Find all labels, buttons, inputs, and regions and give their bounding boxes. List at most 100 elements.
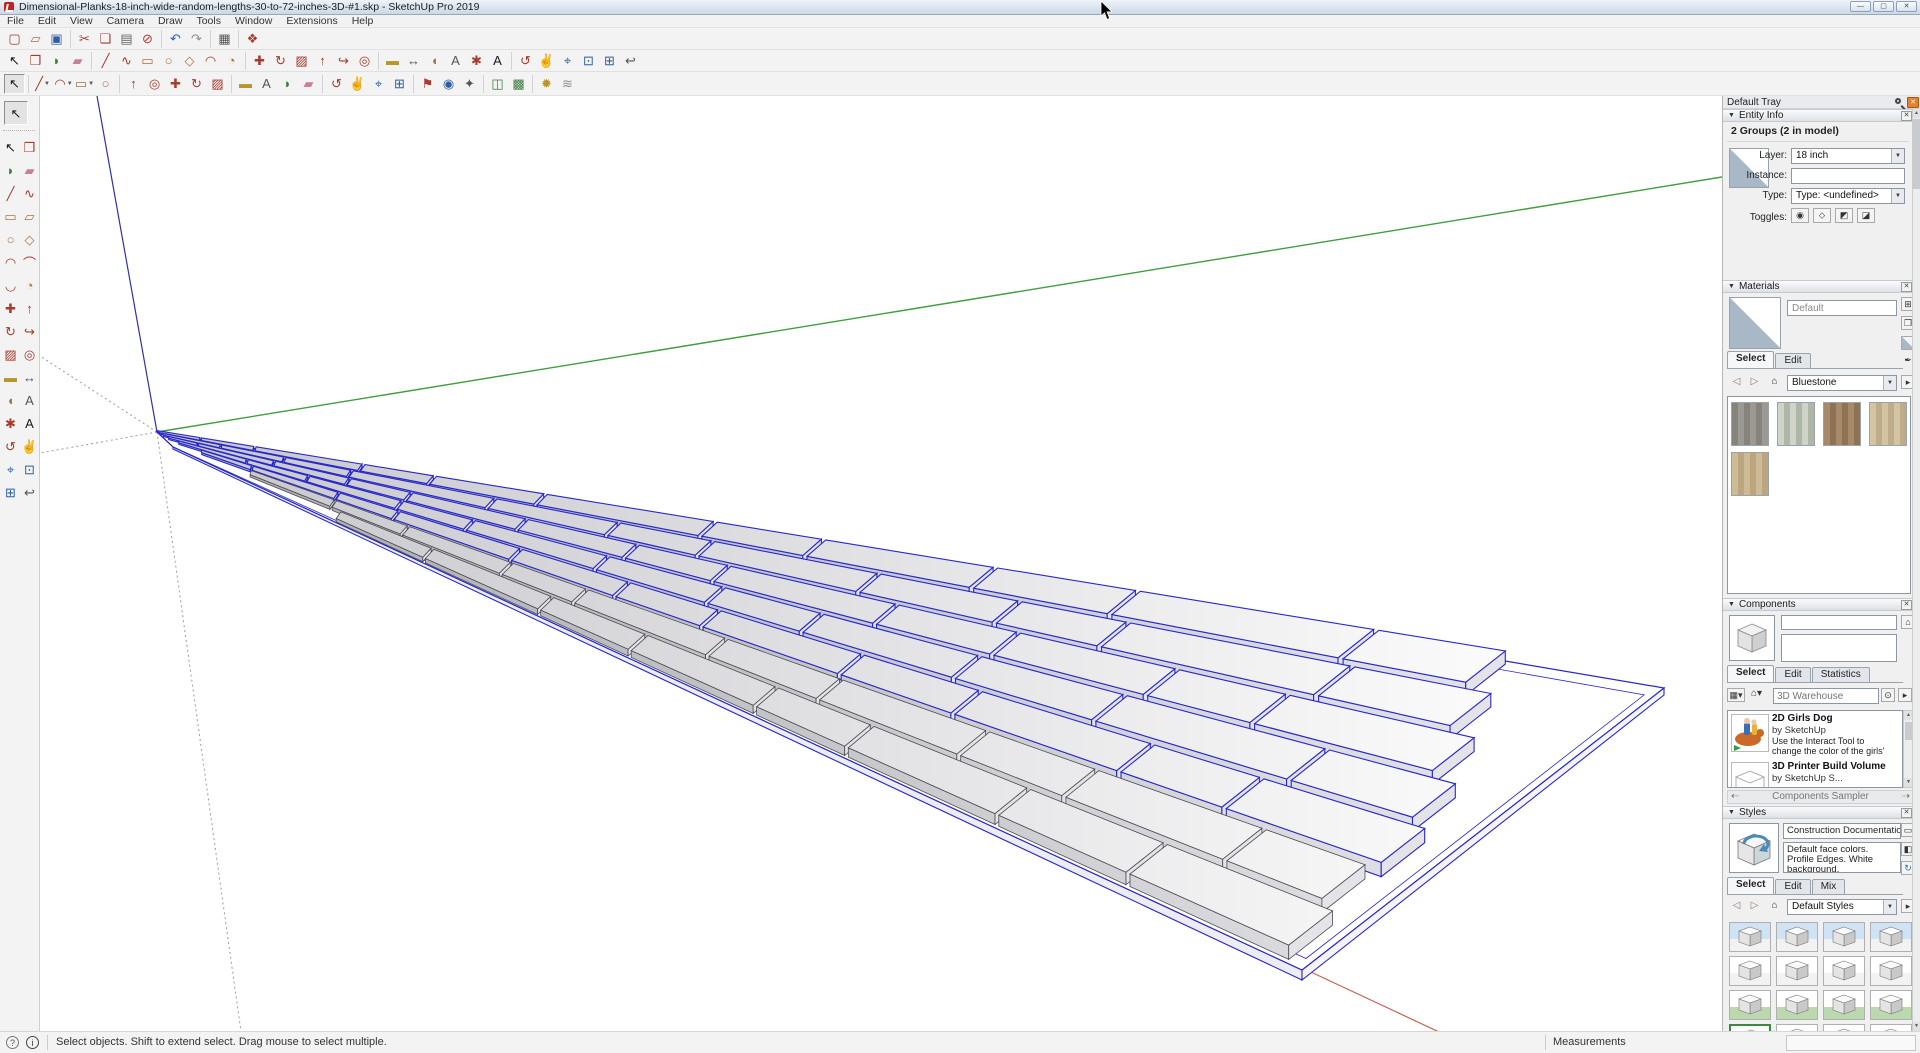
axes-button[interactable]: ✱ [1,412,20,435]
rotate-button[interactable]: ↻ [186,74,207,94]
menu-draw[interactable]: Draw [151,15,190,28]
style-thumb[interactable] [1870,956,1912,986]
line-button[interactable]: ╱ [95,51,116,71]
text-button[interactable]: A [445,51,466,71]
three-point-arc-button[interactable]: ◡ [1,274,20,297]
prev-page-icon[interactable]: ⇠ [1731,791,1739,803]
follow-me-button[interactable]: ↪ [333,51,354,71]
scale-button[interactable]: ▨ [207,74,228,94]
style-thumb[interactable] [1729,922,1771,952]
new-button[interactable]: ▢ [4,29,25,49]
view-options-icon[interactable]: ▦▾ [1727,688,1745,702]
zoom-extents-button[interactable]: ⊞ [1,481,20,504]
in-model-home-icon[interactable]: ⌂ [1767,374,1782,389]
scrollbar-thumb[interactable] [1913,119,1920,189]
locked-toggle[interactable]: ⬦ [1813,208,1831,223]
style-thumb[interactable] [1776,1024,1818,1031]
credits-icon[interactable]: i [26,1036,39,1049]
eraser-button[interactable]: ▰ [67,51,88,71]
3d-text-button[interactable]: A [20,412,39,435]
style-thumb[interactable] [1729,990,1771,1020]
style-thumb[interactable] [1823,990,1865,1020]
chevron-down-icon[interactable]: ▼ [1883,900,1896,914]
make-component-button[interactable]: ❒ [25,51,46,71]
undo-button[interactable]: ↶ [165,29,186,49]
paint-bucket-button[interactable]: ◗ [1,159,20,182]
in-model-home-icon[interactable]: ⌂ [1767,898,1782,913]
select-button[interactable]: ↖ [1,136,20,159]
style-name[interactable]: Construction Documentation St [1783,823,1901,839]
chevron-down-icon[interactable]: ▼ [67,81,73,87]
orbit-button[interactable]: ↺ [515,51,536,71]
line-button[interactable]: ╱ [1,182,20,205]
tray-title-bar[interactable]: Default Tray ✕ [1723,96,1920,109]
line-button[interactable]: ╱▼ [32,74,53,94]
style-thumb[interactable] [1776,990,1818,1020]
chevron-down-icon[interactable]: ▼ [1891,189,1904,203]
rotate-button[interactable]: ↻ [1,320,20,343]
material-swatch-bluestone-3[interactable] [1823,402,1861,446]
entity-info-header[interactable]: ▼ Entity Info ✕ [1723,109,1920,122]
forward-arrow-icon[interactable]: ▷ [1747,374,1762,389]
styles-header[interactable]: ▼ Styles ✕ [1723,806,1920,819]
section-fill-button[interactable]: ▩ [508,74,529,94]
components-header[interactable]: ▼ Components ✕ [1723,598,1920,611]
move-button[interactable]: ✚ [165,74,186,94]
select-button[interactable]: ↖ [4,74,25,94]
material-swatch-bluestone-5[interactable] [1731,452,1769,496]
fog-button[interactable]: ≋ [557,74,578,94]
layer-select[interactable]: 18 inch ▼ [1791,148,1905,164]
entity-info-close-button[interactable]: ✕ [1901,111,1912,121]
dimension-button[interactable]: ↔ [403,51,424,71]
previous-view-button[interactable]: ↩ [20,481,39,504]
style-thumb[interactable] [1870,922,1912,952]
tape-measure-button[interactable]: ▬ [1,366,20,389]
measurements-input[interactable] [1786,1035,1916,1051]
type-select[interactable]: Type: <undefined> ▼ [1791,188,1905,204]
tape-measure-button[interactable]: ▬ [235,74,256,94]
menu-view[interactable]: View [63,15,100,28]
styles-tab-mix[interactable]: Mix [1812,879,1846,894]
components-tab-statistics[interactable]: Statistics [1812,667,1870,682]
model-scene[interactable] [40,96,1722,1031]
freehand-button[interactable]: ∿ [116,51,137,71]
component-title[interactable]: 2D Girls Dog [1772,713,1888,724]
style-thumb[interactable] [1729,1024,1771,1031]
select-button[interactable]: ↖ [4,101,28,125]
material-name-input[interactable] [1787,300,1897,316]
zoom-extents-button[interactable]: ⊞ [389,74,410,94]
text-button[interactable]: A [20,389,39,412]
geolocation-icon[interactable]: ? [6,1036,19,1049]
style-thumb[interactable] [1776,922,1818,952]
materials-tab-edit[interactable]: Edit [1775,353,1810,368]
circle-button[interactable]: ○ [95,74,116,94]
scroll-up-icon[interactable]: ▲ [1913,109,1920,118]
push-pull-button[interactable]: ↑ [123,74,144,94]
pan-button[interactable]: ✌ [536,51,557,71]
receives-shadows-toggle[interactable]: ◩ [1835,208,1853,223]
arc-button[interactable]: ◠ [200,51,221,71]
scale-button[interactable]: ▨ [291,51,312,71]
scrollbar-thumb[interactable] [1905,722,1912,740]
zoom-button[interactable]: ⌖ [368,74,389,94]
move-button[interactable]: ✚ [249,51,270,71]
component-item[interactable]: 3D Printer Build Volumeby SketchUp S... [1728,759,1888,788]
forward-arrow-icon[interactable]: ▷ [1747,898,1762,913]
paint-bucket-button[interactable]: ◗ [277,74,298,94]
tape-measure-button[interactable]: ▬ [382,51,403,71]
offset-button[interactable]: ◎ [144,74,165,94]
style-thumb[interactable] [1776,956,1818,986]
polygon-button[interactable]: ◇ [20,228,39,251]
component-title[interactable]: 3D Printer Build Volume [1772,761,1888,772]
3d-text-button[interactable]: A [487,51,508,71]
previous-view-button[interactable]: ↩ [620,51,641,71]
back-arrow-icon[interactable]: ◁ [1729,374,1744,389]
axes-button[interactable]: ✱ [466,51,487,71]
shadows-button[interactable]: ✹ [536,74,557,94]
materials-close-button[interactable]: ✕ [1901,282,1912,292]
rectangle-button[interactable]: ▭▼ [74,74,95,94]
pie-button[interactable]: ◔ [221,51,242,71]
move-button[interactable]: ✚ [1,297,20,320]
rotate-button[interactable]: ↻ [270,51,291,71]
component-desc-box[interactable] [1781,634,1897,662]
